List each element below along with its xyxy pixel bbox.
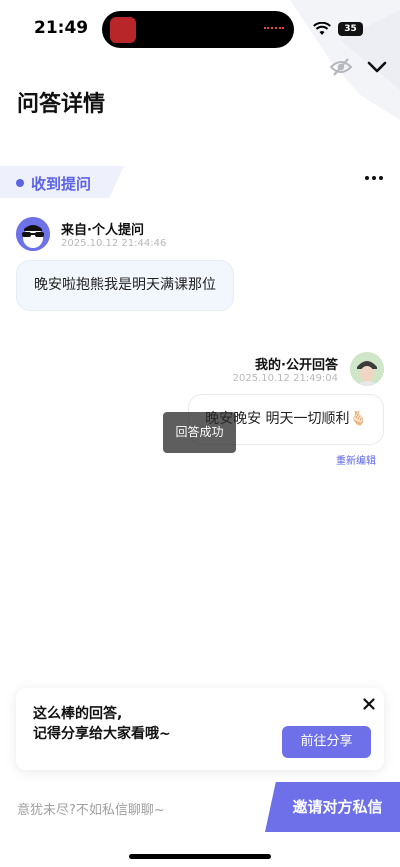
- answer-timestamp: 2025.10.12 21:49:04: [232, 373, 338, 384]
- success-toast: 回答成功: [163, 412, 236, 453]
- private-message-prompt: 意犹未尽?不如私信聊聊~: [17, 803, 165, 818]
- reedit-link[interactable]: 重新编辑: [336, 452, 376, 467]
- close-icon[interactable]: [363, 698, 375, 710]
- status-bar: 21:49 35: [0, 0, 400, 60]
- live-activity-indicator: [264, 27, 284, 30]
- dynamic-island: [102, 11, 294, 48]
- wifi-icon: [313, 22, 331, 35]
- share-message-line1: 这么棒的回答,: [33, 706, 123, 722]
- more-icon[interactable]: [364, 175, 384, 181]
- question-bubble: 晚安啦抱熊我是明天满课那位: [16, 260, 234, 311]
- section-tag: 收到提问: [0, 166, 124, 198]
- chevron-down-icon[interactable]: [367, 57, 387, 77]
- question-timestamp: 2025.10.12 21:44:46: [61, 238, 167, 249]
- answerer-avatar[interactable]: [350, 352, 384, 386]
- share-card: 这么棒的回答, 记得分享给大家看哦~ 前往分享: [16, 688, 384, 770]
- asker-avatar[interactable]: [16, 217, 50, 251]
- section-dot: [16, 179, 24, 187]
- share-button[interactable]: 前往分享: [282, 726, 371, 758]
- battery-indicator: 35: [338, 22, 363, 36]
- answer-author-label: 我的·公开回答: [255, 358, 338, 373]
- share-message-line2: 记得分享给大家看哦~: [33, 726, 171, 742]
- page-title: 问答详情: [17, 92, 106, 117]
- invite-private-message-button[interactable]: 邀请对方私信: [265, 782, 400, 832]
- clock: 21:49: [34, 18, 89, 38]
- live-activity-app-icon: [110, 17, 136, 43]
- section-label: 收到提问: [31, 175, 92, 193]
- home-indicator[interactable]: [129, 854, 271, 859]
- asker-label: 来自·个人提问: [61, 223, 144, 238]
- eye-off-icon[interactable]: [330, 57, 352, 77]
